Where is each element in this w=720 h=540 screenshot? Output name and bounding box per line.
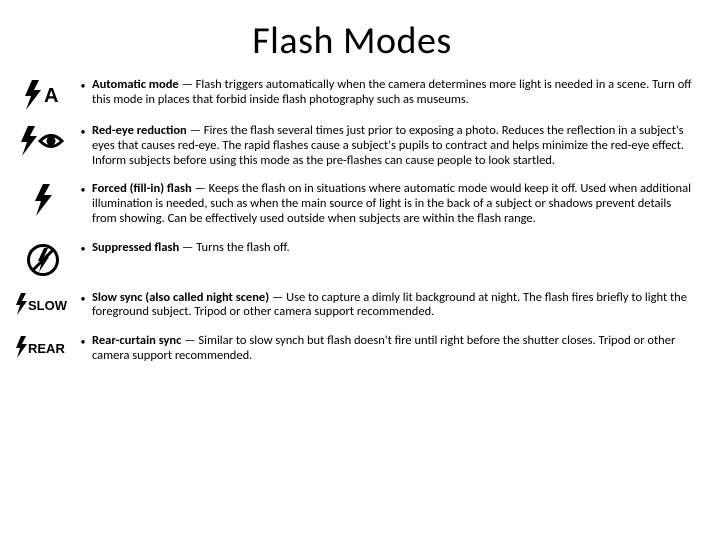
mode-icon-forced	[12, 182, 74, 216]
mode-name: Slow sync (also called night scene)	[92, 290, 269, 305]
bullet-icon: •	[74, 182, 92, 197]
icon-label-rear: REAR	[28, 341, 65, 356]
list-item: • Red-eye reduction — Fires the flash se…	[12, 124, 692, 168]
icon-label-slow: SLOW	[28, 298, 68, 313]
mode-name: Suppressed flash	[92, 240, 179, 255]
mode-text: Automatic mode — Flash triggers automati…	[92, 78, 692, 108]
list-item: • Forced (fill-in) flash — Keeps the fla…	[12, 182, 692, 226]
bullet-icon: •	[74, 124, 92, 139]
flash-rear-icon: REAR	[14, 336, 72, 358]
mode-desc: — Flash triggers automatically when the …	[92, 77, 692, 107]
mode-icon-auto: A	[12, 78, 74, 110]
list-item: REAR • Rear-curtain sync — Similar to sl…	[12, 334, 692, 364]
flash-slow-icon: SLOW	[14, 293, 72, 315]
page-title: Flash Modes	[12, 18, 692, 64]
bullet-icon: •	[74, 241, 92, 256]
mode-icon-slow: SLOW	[12, 291, 74, 315]
mode-icon-rear: REAR	[12, 334, 74, 358]
list-item: SLOW • Slow sync (also called night scen…	[12, 291, 692, 321]
mode-text: Suppressed flash — Turns the flash off.	[92, 241, 692, 256]
mode-icon-suppressed	[12, 241, 74, 277]
mode-name: Red-eye reduction	[92, 123, 187, 138]
flash-redeye-icon	[18, 126, 68, 156]
mode-text: Slow sync (also called night scene) — Us…	[92, 291, 692, 321]
mode-icon-redeye	[12, 124, 74, 156]
mode-name: Forced (fill-in) flash	[92, 181, 192, 196]
list-item: • Suppressed flash — Turns the flash off…	[12, 241, 692, 277]
mode-text: Red-eye reduction — Fires the flash seve…	[92, 124, 692, 168]
mode-list: A • Automatic mode — Flash triggers auto…	[12, 78, 692, 364]
bullet-icon: •	[74, 291, 92, 306]
slide: Flash Modes A • Automatic mode — Flash t…	[0, 0, 720, 540]
icon-letter-a: A	[44, 85, 58, 107]
mode-text: Forced (fill-in) flash — Keeps the flash…	[92, 182, 692, 226]
mode-name: Rear-curtain sync	[92, 333, 181, 348]
mode-desc: — Turns the flash off.	[179, 240, 289, 255]
mode-text: Rear-curtain sync — Similar to slow sync…	[92, 334, 692, 364]
list-item: A • Automatic mode — Flash triggers auto…	[12, 78, 692, 110]
mode-name: Automatic mode	[92, 77, 179, 92]
flash-bolt-icon	[31, 184, 55, 216]
bullet-icon: •	[74, 334, 92, 349]
bullet-icon: •	[74, 78, 92, 93]
flash-bolt-icon: A	[22, 80, 64, 110]
flash-off-icon	[26, 243, 60, 277]
